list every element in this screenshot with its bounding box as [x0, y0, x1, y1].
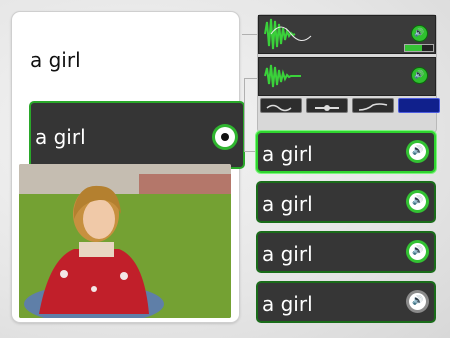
answer-option[interactable]: a girl	[256, 131, 436, 173]
girl-photo-illustration	[19, 164, 231, 318]
answer-option[interactable]: a girl	[256, 281, 436, 323]
volume-level-bar	[404, 44, 434, 52]
speaker-icon[interactable]	[412, 68, 427, 83]
waveform-graphic	[264, 18, 312, 50]
waveform-graphic	[264, 64, 301, 88]
answer-label: a girl	[262, 192, 313, 216]
connector-line	[242, 34, 258, 35]
prompt-text: a girl	[30, 48, 81, 72]
speaker-icon[interactable]	[409, 193, 426, 210]
blue-mode-icon[interactable]	[398, 98, 440, 113]
answer-label: a girl	[262, 292, 313, 316]
volume-level-fill	[405, 45, 422, 51]
speaker-icon[interactable]	[409, 293, 426, 310]
connector-line	[244, 78, 245, 152]
answer-label: a girl	[262, 242, 313, 266]
answer-label: a girl	[262, 142, 313, 166]
waveform-mode-icon[interactable]	[260, 98, 302, 113]
waveform-display-top[interactable]	[258, 15, 436, 54]
selected-answer-card[interactable]: a girl	[29, 101, 245, 169]
speaker-icon[interactable]	[409, 243, 426, 260]
display-mode-row	[260, 98, 440, 113]
speaker-icon[interactable]	[409, 143, 426, 160]
answer-option[interactable]: a girl	[256, 231, 436, 273]
answer-option[interactable]: a girl	[256, 181, 436, 223]
audio-waveform-panel	[258, 15, 440, 132]
speaker-icon[interactable]	[412, 26, 427, 41]
waveform-display-bottom[interactable]	[258, 57, 436, 96]
connector-line	[244, 151, 256, 152]
selected-answer-label: a girl	[35, 125, 86, 149]
connector-line	[244, 78, 258, 79]
radio-selected-icon[interactable]	[215, 127, 235, 147]
curve-mode-icon[interactable]	[352, 98, 394, 113]
spectrum-mode-icon[interactable]	[306, 98, 348, 113]
question-photo	[19, 164, 231, 318]
question-panel: a girl a girl	[12, 12, 245, 322]
